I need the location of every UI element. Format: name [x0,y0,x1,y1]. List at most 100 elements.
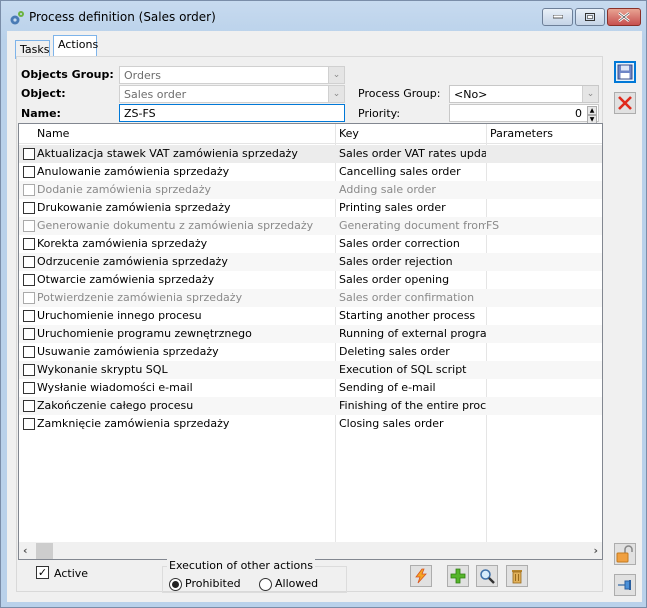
close-button[interactable] [607,8,641,26]
cell-key: Sales order opening [339,273,450,286]
row-checkbox[interactable] [23,184,35,196]
row-checkbox[interactable] [23,310,35,322]
cell-key: Generating document from sale [339,219,486,232]
process-definition-window: Process definition (Sales order) Tasks A… [0,0,647,608]
title-bar[interactable]: Process definition (Sales order) [1,1,646,31]
scroll-left-icon[interactable]: ‹ [23,544,28,557]
pin-icon [618,580,631,590]
radio-prohibited[interactable] [169,578,182,591]
cell-key: Deleting sales order [339,345,450,358]
table-row[interactable]: Anulowanie zamówienia sprzedaży Cancellin… [19,163,602,181]
scroll-thumb[interactable] [36,543,53,559]
table-row[interactable]: Wykonanie skryptu SQL Execution of SQL sc… [19,361,602,379]
row-checkbox[interactable] [23,328,35,340]
cell-name: Generowanie dokumentu z zamówienia sprze… [37,219,314,232]
cell-parameters: FS [486,219,500,232]
table-row[interactable]: Uruchomienie programu zewnętrznego Runnin… [19,325,602,343]
table-row[interactable]: Generowanie dokumentu z zamówienia sprze… [19,217,602,235]
maximize-button[interactable] [575,8,605,26]
table-row[interactable]: Zamknięcie zamówienia sprzedaży Closing s… [19,415,602,433]
minimize-button[interactable] [542,8,573,26]
cell-name: Odrzucenie zamówienia sprzedaży [37,255,228,268]
row-checkbox[interactable] [23,364,35,376]
active-checkbox[interactable]: ✓ [36,566,49,579]
spin-buttons[interactable]: ▲ ▼ [587,106,597,124]
objects-group-value: Orders [124,69,161,82]
active-label: Active [54,567,89,580]
row-checkbox[interactable] [23,148,35,160]
priority-label: Priority: [358,107,401,120]
cell-name: Anulowanie zamówienia sprzedaży [37,165,230,178]
client-area: Tasks Actions Objects Group: Orders ⌄ Ob… [7,31,642,602]
table-row[interactable]: Odrzucenie zamówienia sprzedaży Sales ord… [19,253,602,271]
table-row[interactable]: Uruchomienie innego procesu Starting anot… [19,307,602,325]
row-checkbox[interactable] [23,418,35,430]
scroll-right-icon[interactable]: › [593,544,598,557]
save-button[interactable] [614,61,636,83]
table-row[interactable]: Usuwanie zamówienia sprzedaży Deleting sa… [19,343,602,361]
cell-key: Sending of e-mail [339,381,436,394]
row-checkbox[interactable] [23,202,35,214]
cell-name: Wykonanie skryptu SQL [37,363,168,376]
run-button[interactable] [410,565,432,587]
table-row[interactable]: Wysłanie wiadomości e-mail Sending of e-m… [19,379,602,397]
cell-key: Sales order rejection [339,255,453,268]
table-row[interactable]: Zakończenie całego procesu Finishing of t… [19,397,602,415]
cell-key: Cancelling sales order [339,165,461,178]
horizontal-scrollbar[interactable]: ‹ › [19,542,602,559]
row-checkbox[interactable] [23,400,35,412]
cell-key: Running of external program [339,327,486,340]
chevron-down-icon[interactable]: ⌄ [582,86,598,102]
row-checkbox[interactable] [23,292,35,304]
column-header-parameters[interactable]: Parameters [490,127,553,140]
search-icon [480,569,495,584]
add-button[interactable] [447,565,469,587]
object-label: Object: [21,87,66,100]
row-checkbox[interactable] [23,238,35,250]
spin-up-icon[interactable]: ▲ [587,106,597,115]
row-checkbox[interactable] [23,256,35,268]
delete-button[interactable] [506,565,528,587]
column-header-name[interactable]: Name [37,127,69,140]
table-row[interactable]: Dodanie zamówienia sprzedaży Adding sale … [19,181,602,199]
lock-icon [616,545,633,563]
row-checkbox[interactable] [23,346,35,358]
cell-key: Execution of SQL script [339,363,467,376]
grid-header: Name Key Parameters [19,124,602,144]
add-icon [450,568,466,584]
table-row[interactable]: Drukowanie zamówienia sprzedaży Printing … [19,199,602,217]
cancel-button[interactable] [614,92,636,114]
objects-group-select: Orders ⌄ [119,66,345,84]
row-checkbox[interactable] [23,382,35,394]
row-checkbox[interactable] [23,220,35,232]
table-row[interactable]: Korekta zamówienia sprzedaży Sales order … [19,235,602,253]
maximize-icon [585,13,595,21]
priority-value: 0 [575,107,582,120]
priority-spinner[interactable]: 0 ▲ ▼ [449,104,599,124]
cell-name: Wysłanie wiadomości e-mail [37,381,193,394]
table-row[interactable]: Aktualizacja stawek VAT zamówienia sprze… [19,145,602,163]
chevron-down-icon: ⌄ [328,67,344,83]
column-header-key[interactable]: Key [339,127,359,140]
pin-button[interactable] [614,574,636,596]
objects-group-label: Objects Group: [21,68,114,81]
radio-allowed[interactable] [259,578,272,591]
search-button[interactable] [476,565,498,587]
row-checkbox[interactable] [23,274,35,286]
process-group-select[interactable]: <No> ⌄ [449,85,599,103]
table-row[interactable]: Otwarcie zamówienia sprzedaży Sales order… [19,271,602,289]
table-row[interactable]: Potwierdzenie zamówienia sprzedaży Sales … [19,289,602,307]
minimize-icon [552,15,563,19]
cell-key: Finishing of the entire process [339,399,486,412]
name-value: ZS-FS [124,107,156,120]
name-input[interactable]: ZS-FS [119,104,345,122]
cell-key: Printing sales order [339,201,446,214]
cell-name: Zamknięcie zamówienia sprzedaży [37,417,230,430]
lock-button[interactable] [614,543,636,565]
object-value: Sales order [124,88,187,101]
actions-grid: Name Key Parameters Aktualizacja stawek … [18,123,603,560]
radio-allowed-label: Allowed [275,577,319,590]
row-checkbox[interactable] [23,166,35,178]
cell-key: Sales order VAT rates update [339,147,486,160]
cell-name: Korekta zamówienia sprzedaży [37,237,208,250]
